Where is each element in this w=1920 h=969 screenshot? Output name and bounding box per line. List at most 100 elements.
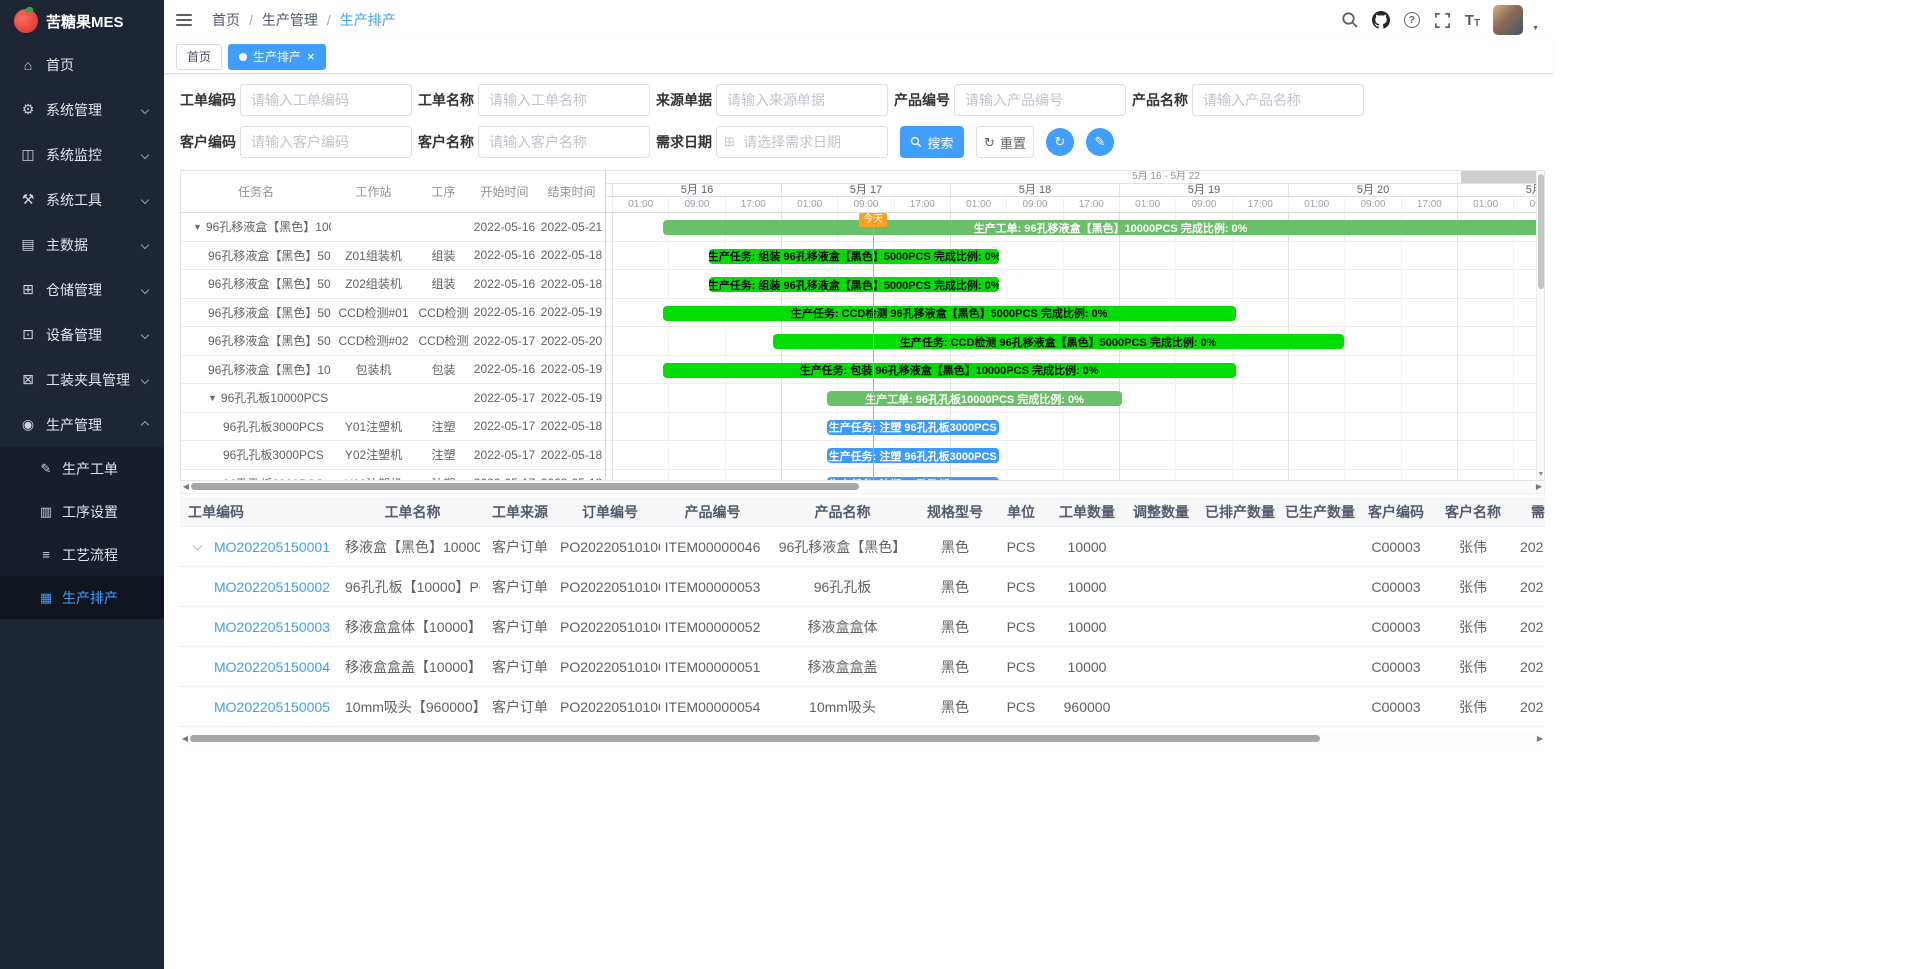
gantt-order-bar[interactable]: 生产工单: 96孔移液盒【黑色】10000PCS 完成比例: 0% xyxy=(663,220,1536,235)
gantt-task-bar[interactable]: 生产任务: 组装 96孔移液盒【黑色】5000PCS 完成比例: 0% xyxy=(709,249,999,264)
work-order-link[interactable]: MO202205150001 xyxy=(214,539,330,555)
gantt-task-bar[interactable]: 生产任务: CCD检测 96孔移液盒【黑色】5000PCS 完成比例: 0% xyxy=(773,334,1344,349)
work-order-link[interactable]: MO202205150005 xyxy=(214,699,330,715)
scrollbar-left-arrow-icon[interactable]: ◀ xyxy=(181,481,191,493)
help-icon[interactable]: ? xyxy=(1403,11,1421,29)
gantt-grid-cell: 注塑 xyxy=(416,446,471,463)
chevron-down-icon xyxy=(141,330,149,338)
gantt-task-bar[interactable]: 生产任务: CCD检测 96孔移液盒【黑色】5000PCS 完成比例: 0% xyxy=(663,306,1236,321)
sidebar-item-production-work-order[interactable]: ✎生产工单 xyxy=(0,447,164,490)
view-tab[interactable]: 生产排产× xyxy=(228,44,326,70)
scrollbar-left-arrow-icon[interactable]: ◀ xyxy=(180,733,190,745)
search-icon[interactable] xyxy=(1341,11,1359,29)
gantt-grid-cell: CCD检测#02 xyxy=(331,332,416,349)
gantt-task-row[interactable]: 96孔孔板3000PCSY02注塑机注塑2022-05-172022-05-18 xyxy=(181,441,605,470)
sidebar-item-system-monitoring[interactable]: ◫系统监控 xyxy=(0,132,164,177)
sidebar-item-master-data[interactable]: ▤主数据 xyxy=(0,222,164,267)
gantt-grid-cell: 2022-05-17 xyxy=(471,476,538,480)
gantt-task-row[interactable]: 96孔孔板3000PCSY01注塑机注塑2022-05-172022-05-18 xyxy=(181,413,605,442)
work-order-link[interactable]: MO202205150002 xyxy=(214,579,330,595)
fullscreen-icon[interactable] xyxy=(1434,11,1452,29)
filter-input-demand-date[interactable] xyxy=(716,126,888,158)
breadcrumb-item[interactable]: 首页 xyxy=(212,10,240,30)
tab-close-icon[interactable]: × xyxy=(307,50,315,63)
timeline-day-label: 5月 17 xyxy=(781,184,950,197)
breadcrumb-item[interactable]: 生产管理 xyxy=(262,10,318,30)
gantt-task-bar[interactable]: 生产任务: 注塑 96孔孔板3000PCS 完成比例: 0% xyxy=(827,448,999,463)
filter-input-work-order-code[interactable] xyxy=(240,84,412,116)
sidebar-item-home[interactable]: ⌂首页 xyxy=(0,42,164,87)
font-size-icon[interactable]: TT xyxy=(1465,12,1480,29)
sidebar-item-system-tools[interactable]: ⚒系统工具 xyxy=(0,177,164,222)
gantt-task-row[interactable]: 96孔移液盒【黑色】5000PCSCCD检测#02CCD检测2022-05-17… xyxy=(181,327,605,356)
filter-input-customer-name[interactable] xyxy=(478,126,650,158)
reset-button[interactable]: ↻ 重置 xyxy=(976,126,1034,158)
sidebar-item-warehouse-management[interactable]: ⊞仓储管理 xyxy=(0,267,164,312)
table-row[interactable]: MO202205150001移液盒【黑色】10000个客户订单PO2022051… xyxy=(180,527,1545,567)
gantt-task-row[interactable]: 96孔移液盒【黑色】5000PCSZ02组装机组装2022-05-162022-… xyxy=(181,270,605,299)
gantt-task-row[interactable]: ▼96孔孔板10000PCS2022-05-172022-05-19 xyxy=(181,384,605,413)
work-order-link[interactable]: MO202205150004 xyxy=(214,659,330,675)
filter-row-2-fields: 客户编码客户名称需求日期⊞ xyxy=(180,126,894,158)
filter-input-customer-code[interactable] xyxy=(240,126,412,158)
filter-input-source-document[interactable] xyxy=(716,84,888,116)
table-row[interactable]: MO20220515000296孔孔板【10000】PCS客户订单PO20220… xyxy=(180,567,1545,607)
timeline-header-scroll-block[interactable] xyxy=(1461,171,1536,183)
table-row[interactable]: MO202205150003移液盒盒体【10000】PCS客户订单PO20220… xyxy=(180,607,1545,647)
avatar[interactable] xyxy=(1493,5,1523,35)
gantt-task-row[interactable]: 96孔移液盒【黑色】5000PCSZ01组装机组装2022-05-162022-… xyxy=(181,242,605,271)
filter-input-product-name[interactable] xyxy=(1192,84,1364,116)
tab-label: 首页 xyxy=(187,48,211,65)
sidebar-item-production-scheduling[interactable]: ▦生产排产 xyxy=(0,576,164,619)
top-header: 首页/生产管理/生产排产 ? TT ▼ xyxy=(164,0,1553,40)
search-button[interactable]: 搜索 xyxy=(900,126,964,158)
sidebar-item-label: 仓储管理 xyxy=(46,280,102,300)
table-horizontal-scrollbar[interactable]: ◀ ▶ xyxy=(180,733,1545,746)
gantt-task-bar[interactable]: 生产任务: 注塑 96孔孔板3000PCS 完成比例: 0% xyxy=(827,477,999,481)
scrollbar-thumb[interactable] xyxy=(190,735,1320,742)
gantt-task-bar[interactable]: 生产任务: 注塑 96孔孔板3000PCS 完成比例: 0% xyxy=(827,420,999,435)
hamburger-icon[interactable] xyxy=(176,10,196,30)
table-cell: 10000 xyxy=(1052,579,1122,595)
scrollbar-thumb[interactable] xyxy=(191,483,859,490)
filter-input-product-code[interactable] xyxy=(954,84,1126,116)
gantt-task-row[interactable]: ▼96孔移液盒【黑色】10000PCS2022-05-162022-05-21 xyxy=(181,213,605,242)
gantt-task-row[interactable]: 96孔移液盒【黑色】5000PCSCCD检测#01CCD检测2022-05-16… xyxy=(181,299,605,328)
work-order-link[interactable]: MO202205150003 xyxy=(214,619,330,635)
scrollbar-right-arrow-icon[interactable]: ▶ xyxy=(1534,481,1544,493)
edit-round-button[interactable]: ✎ xyxy=(1086,128,1114,156)
table-cell: 96孔孔板【10000】PCS xyxy=(345,577,480,597)
table-cell: 960000 xyxy=(1052,699,1122,715)
gantt-task-row[interactable]: 96孔孔板3000PCSY03注塑机注塑2022-05-172022-05-18 xyxy=(181,470,605,481)
row-expand-icon[interactable] xyxy=(193,540,203,550)
sidebar-item-equipment-management[interactable]: ⊡设备管理 xyxy=(0,312,164,357)
gantt-grid-cell: 组装 xyxy=(416,247,471,264)
sidebar-item-production-management[interactable]: ◉生产管理 xyxy=(0,402,164,447)
sidebar-item-process-flow[interactable]: ≡工艺流程 xyxy=(0,533,164,576)
refresh-round-button[interactable]: ↻ xyxy=(1046,128,1074,156)
sidebar-item-system-management[interactable]: ⚙系统管理 xyxy=(0,87,164,132)
gantt-task-row[interactable]: 96孔移液盒【黑色】10000PCS包装机包装2022-05-162022-05… xyxy=(181,356,605,385)
table-row[interactable]: MO20220515000510mm吸头【960000】PCS客户订单PO202… xyxy=(180,687,1545,727)
gantt-horizontal-scrollbar[interactable]: ◀ ▶ xyxy=(180,481,1545,494)
scrollbar-thumb[interactable] xyxy=(1538,174,1544,289)
expand-triangle-icon[interactable]: ▼ xyxy=(193,222,202,232)
timeline-day-label: 5月 16 xyxy=(612,184,781,197)
sidebar-item-process-setting[interactable]: ▥工序设置 xyxy=(0,490,164,533)
sync-icon: ↻ xyxy=(1055,134,1066,150)
sidebar-item-fixture-management[interactable]: ⊠工装夹具管理 xyxy=(0,357,164,402)
scrollbar-down-arrow-icon[interactable]: ▼ xyxy=(1537,471,1545,478)
filter-field-customer-code: 客户编码 xyxy=(180,126,418,158)
gantt-column-header: 结束时间 xyxy=(538,183,605,200)
gantt-vertical-scrollbar[interactable]: ▼ xyxy=(1536,171,1544,480)
expand-triangle-icon[interactable]: ▼ xyxy=(208,393,217,403)
caret-down-icon[interactable]: ▼ xyxy=(1532,25,1539,32)
gantt-task-bar[interactable]: 生产任务: 包装 96孔移液盒【黑色】10000PCS 完成比例: 0% xyxy=(663,363,1236,378)
scrollbar-right-arrow-icon[interactable]: ▶ xyxy=(1535,733,1545,745)
github-icon[interactable] xyxy=(1372,11,1390,29)
view-tab[interactable]: 首页 xyxy=(176,44,222,70)
table-row[interactable]: MO202205150004移液盒盒盖【10000】PCS客户订单PO20220… xyxy=(180,647,1545,687)
gantt-task-bar[interactable]: 生产任务: 组装 96孔移液盒【黑色】5000PCS 完成比例: 0% xyxy=(709,277,999,292)
gantt-order-bar[interactable]: 生产工单: 96孔孔板10000PCS 完成比例: 0% xyxy=(827,391,1123,406)
filter-input-work-order-name[interactable] xyxy=(478,84,650,116)
